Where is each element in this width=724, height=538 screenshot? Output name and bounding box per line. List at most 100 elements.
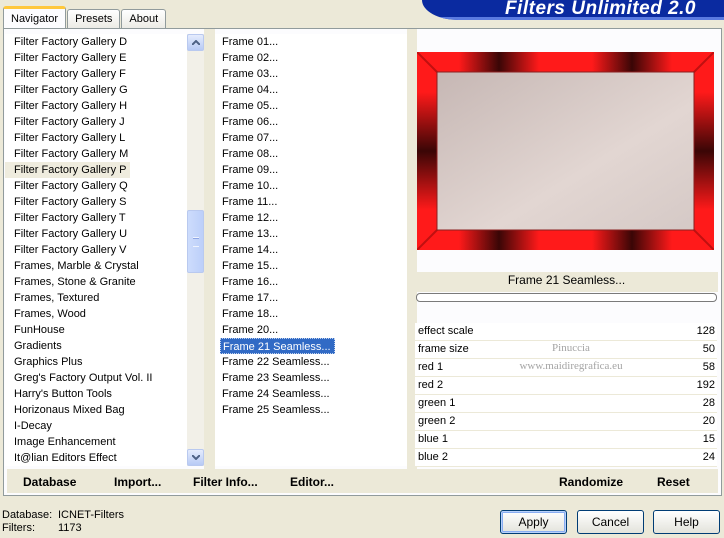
parameter-name: green 2	[418, 415, 456, 427]
status-database: Database: ICNET-Filters	[2, 509, 124, 521]
category-item[interactable]: Filter Factory Gallery F	[5, 66, 187, 82]
parameter-value: 15	[702, 433, 715, 445]
tab-presets[interactable]: Presets	[67, 9, 121, 28]
filter-item[interactable]: Frame 01...	[215, 34, 407, 50]
category-item[interactable]: I-Decay	[5, 418, 187, 434]
filter-item[interactable]: Frame 09...	[215, 162, 407, 178]
filter-item[interactable]: Frame 14...	[215, 242, 407, 258]
chevron-up-icon	[191, 40, 200, 45]
apply-button[interactable]: Apply	[500, 510, 567, 534]
filters-label: Filters:	[2, 522, 35, 534]
category-item[interactable]: Filter Factory Gallery V	[5, 242, 187, 258]
parameter-row[interactable]: blue 2 24	[415, 449, 717, 467]
parameter-value: 128	[696, 325, 715, 337]
filter-item[interactable]: Frame 20...	[215, 322, 407, 338]
category-item[interactable]: Filter Factory Gallery L	[5, 130, 187, 146]
filter-item[interactable]: Frame 08...	[215, 146, 407, 162]
category-list[interactable]: Filter Factory Gallery D Filter Factory G…	[5, 34, 187, 466]
progress-bar	[416, 293, 717, 302]
scroll-thumb[interactable]	[187, 210, 204, 273]
filters-value: 1173	[58, 522, 82, 534]
category-item[interactable]: Greg's Factory Output Vol. II	[5, 370, 187, 386]
category-item[interactable]: Harry's Button Tools	[5, 386, 187, 402]
database-button[interactable]: Database	[23, 475, 76, 489]
cancel-button[interactable]: Cancel	[577, 510, 644, 534]
filter-item[interactable]: Frame 05...	[215, 98, 407, 114]
filters-unlimited-window: Navigator Presets About Filters Unlimite…	[0, 0, 724, 538]
scroll-down-button[interactable]	[187, 449, 204, 466]
category-item[interactable]: Frames, Marble & Crystal	[5, 258, 187, 274]
filter-item[interactable]: Frame 02...	[215, 50, 407, 66]
filter-item[interactable]: Frame 21 Seamless...	[220, 338, 335, 354]
category-item[interactable]: It@lian Editors Effect	[5, 450, 187, 466]
filter-list[interactable]: Frame 01... Frame 02... Frame 03... Frame 0…	[215, 34, 407, 466]
filter-item[interactable]: Frame 10...	[215, 178, 407, 194]
filter-item[interactable]: Frame 23 Seamless...	[215, 370, 407, 386]
filter-item[interactable]: Frame 04...	[215, 82, 407, 98]
parameter-row[interactable]: blue 1 15	[415, 431, 717, 449]
parameter-list: effect scale 128 frame size 50 red 1 58 red 2 1…	[415, 323, 717, 467]
filter-item[interactable]: Frame 22 Seamless...	[215, 354, 407, 370]
filter-item[interactable]: Frame 24 Seamless...	[215, 386, 407, 402]
watermark-line2: www.maidiregrafica.eu	[519, 360, 623, 372]
tab-strip: Navigator Presets About	[3, 6, 167, 28]
parameter-toolbar: Randomize Reset	[417, 469, 718, 493]
category-item[interactable]: Filter Factory Gallery J	[5, 114, 187, 130]
filter-item[interactable]: Frame 03...	[215, 66, 407, 82]
filter-item[interactable]: Frame 15...	[215, 258, 407, 274]
app-title: Filters Unlimited 2.0	[504, 0, 696, 19]
tab-navigator[interactable]: Navigator	[3, 6, 67, 28]
filter-item[interactable]: Frame 25 Seamless...	[215, 402, 407, 418]
help-button[interactable]: Help	[653, 510, 720, 534]
tab-about[interactable]: About	[121, 9, 167, 28]
category-scrollbar[interactable]	[187, 34, 204, 466]
filter-item[interactable]: Frame 12...	[215, 210, 407, 226]
category-item[interactable]: Frames, Textured	[5, 290, 187, 306]
title-banner: Filters Unlimited 2.0	[422, 0, 724, 20]
filter-item[interactable]: Frame 11...	[215, 194, 407, 210]
watermark-line1: Pinuccia	[552, 342, 590, 354]
filter-info-button[interactable]: Filter Info...	[193, 475, 258, 489]
category-item[interactable]: Filter Factory Gallery G	[5, 82, 187, 98]
category-item[interactable]: Filter Factory Gallery S	[5, 194, 187, 210]
parameter-name: blue 1	[418, 433, 448, 445]
parameter-name: frame size	[418, 343, 469, 355]
category-item[interactable]: Horizonaus Mixed Bag	[5, 402, 187, 418]
category-item[interactable]: Filter Factory Gallery T	[5, 210, 187, 226]
category-item[interactable]: Filter Factory Gallery M	[5, 146, 187, 162]
filter-item[interactable]: Frame 16...	[215, 274, 407, 290]
filter-item[interactable]: Frame 17...	[215, 290, 407, 306]
parameter-row[interactable]: green 1 28	[415, 395, 717, 413]
parameter-value: 50	[702, 343, 715, 355]
parameter-name: green 1	[418, 397, 456, 409]
category-item[interactable]: Graphics Plus	[5, 354, 187, 370]
category-item[interactable]: Frames, Stone & Granite	[5, 274, 187, 290]
category-item[interactable]: Filter Factory Gallery D	[5, 34, 187, 50]
category-item[interactable]: Filter Factory Gallery Q	[5, 178, 187, 194]
category-item[interactable]: Image Enhancement	[5, 434, 187, 450]
category-item[interactable]: Frames, Wood	[5, 306, 187, 322]
parameter-row[interactable]: red 2 192	[415, 377, 717, 395]
reset-button[interactable]: Reset	[657, 475, 690, 489]
database-value: ICNET-Filters	[58, 509, 124, 521]
parameter-row[interactable]: green 2 20	[415, 413, 717, 431]
category-item[interactable]: Filter Factory Gallery E	[5, 50, 187, 66]
category-item[interactable]: Filter Factory Gallery H	[5, 98, 187, 114]
navigator-panel: Filter Factory Gallery D Filter Factory G…	[3, 28, 722, 496]
filter-item[interactable]: Frame 18...	[215, 306, 407, 322]
parameter-value: 24	[702, 451, 715, 463]
editor-button[interactable]: Editor...	[290, 475, 334, 489]
category-item[interactable]: FunHouse	[5, 322, 187, 338]
parameter-name: red 1	[418, 361, 444, 373]
category-item[interactable]: Filter Factory Gallery U	[5, 226, 187, 242]
category-item[interactable]: Filter Factory Gallery P	[5, 162, 131, 178]
category-item[interactable]: Gradients	[5, 338, 187, 354]
import-button[interactable]: Import...	[114, 475, 161, 489]
filter-item[interactable]: Frame 06...	[215, 114, 407, 130]
scroll-up-button[interactable]	[187, 34, 204, 51]
filter-item[interactable]: Frame 13...	[215, 226, 407, 242]
parameter-name: blue 2	[418, 451, 448, 463]
status-filters: Filters: 1173	[2, 522, 82, 534]
filter-item[interactable]: Frame 07...	[215, 130, 407, 146]
randomize-button[interactable]: Randomize	[559, 475, 623, 489]
